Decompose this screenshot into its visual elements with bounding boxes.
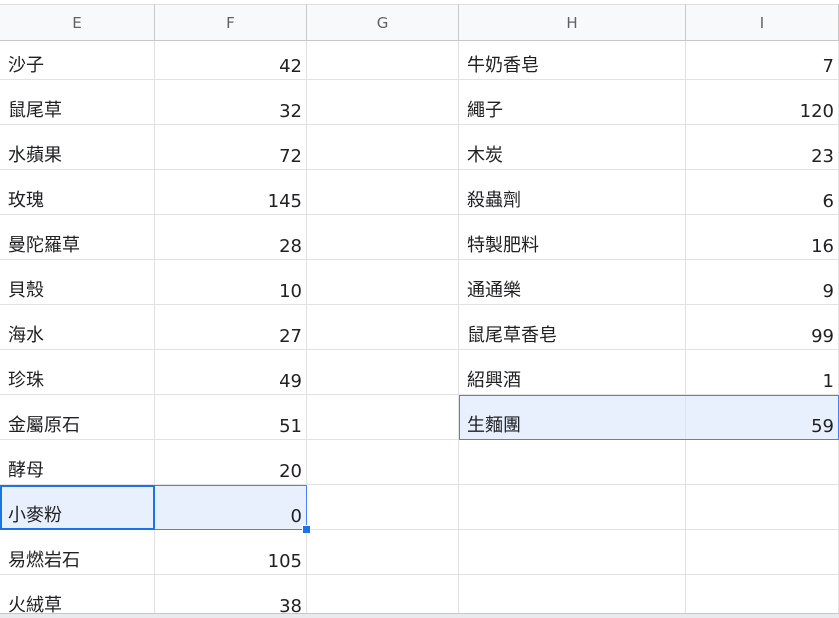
- table-row: 曼陀羅草 28 特製肥料 16: [0, 215, 839, 260]
- cell-f-4[interactable]: 145: [155, 170, 307, 215]
- cell-f-12[interactable]: 105: [155, 530, 307, 575]
- cell-i-7[interactable]: 99: [686, 305, 839, 350]
- cell-g-1[interactable]: [307, 41, 459, 80]
- cell-g-2[interactable]: [307, 80, 459, 125]
- cell-e-8[interactable]: 珍珠: [0, 350, 155, 395]
- cell-h-1[interactable]: 牛奶香皂: [459, 41, 686, 80]
- table-row: 水蘋果 72 木炭 23: [0, 125, 839, 170]
- column-header-e[interactable]: E: [0, 4, 155, 41]
- cell-f-11[interactable]: 0: [155, 485, 307, 530]
- cell-h-10[interactable]: [459, 440, 686, 485]
- cell-i-6[interactable]: 9: [686, 260, 839, 305]
- table-row: 珍珠 49 紹興酒 1: [0, 350, 839, 395]
- table-row: 鼠尾草 32 繩子 120: [0, 80, 839, 125]
- cell-f-3[interactable]: 72: [155, 125, 307, 170]
- cell-e-5[interactable]: 曼陀羅草: [0, 215, 155, 260]
- cell-g-12[interactable]: [307, 530, 459, 575]
- table-row: 金屬原石 51 生麵團 59: [0, 395, 839, 440]
- cell-i-11[interactable]: [686, 485, 839, 530]
- cell-e-1[interactable]: 沙子: [0, 41, 155, 80]
- cell-g-5[interactable]: [307, 215, 459, 260]
- cell-f-10[interactable]: 20: [155, 440, 307, 485]
- table-row: 火絨草 38: [0, 575, 839, 618]
- cell-h-9[interactable]: 生麵團: [459, 395, 686, 440]
- cell-i-4[interactable]: 6: [686, 170, 839, 215]
- cell-h-2[interactable]: 繩子: [459, 80, 686, 125]
- column-header-row: E F G H I: [0, 4, 839, 41]
- cell-h-11[interactable]: [459, 485, 686, 530]
- cell-i-3[interactable]: 23: [686, 125, 839, 170]
- cell-i-5[interactable]: 16: [686, 215, 839, 260]
- table-row: 酵母 20: [0, 440, 839, 485]
- cell-e-11[interactable]: 小麥粉: [0, 485, 155, 530]
- cell-i-2[interactable]: 120: [686, 80, 839, 125]
- cell-e-3[interactable]: 水蘋果: [0, 125, 155, 170]
- cell-f-5[interactable]: 28: [155, 215, 307, 260]
- column-header-g[interactable]: G: [307, 4, 459, 41]
- column-header-f[interactable]: F: [155, 4, 307, 41]
- cell-e-9[interactable]: 金屬原石: [0, 395, 155, 440]
- cell-f-1[interactable]: 42: [155, 41, 307, 80]
- cell-g-11[interactable]: [307, 485, 459, 530]
- cell-i-1[interactable]: 7: [686, 41, 839, 80]
- cell-e-12[interactable]: 易燃岩石: [0, 530, 155, 575]
- table-row: 海水 27 鼠尾草香皂 99: [0, 305, 839, 350]
- cell-h-13[interactable]: [459, 575, 686, 618]
- cell-h-12[interactable]: [459, 530, 686, 575]
- cell-f-7[interactable]: 27: [155, 305, 307, 350]
- cell-h-8[interactable]: 紹興酒: [459, 350, 686, 395]
- cell-f-9[interactable]: 51: [155, 395, 307, 440]
- cell-g-3[interactable]: [307, 125, 459, 170]
- cell-i-9[interactable]: 59: [686, 395, 839, 440]
- cell-f-13[interactable]: 38: [155, 575, 307, 618]
- cell-e-4[interactable]: 玫瑰: [0, 170, 155, 215]
- cell-g-13[interactable]: [307, 575, 459, 618]
- cell-h-7[interactable]: 鼠尾草香皂: [459, 305, 686, 350]
- cell-e-2[interactable]: 鼠尾草: [0, 80, 155, 125]
- cell-h-5[interactable]: 特製肥料: [459, 215, 686, 260]
- cell-e-13[interactable]: 火絨草: [0, 575, 155, 618]
- cell-e-6[interactable]: 貝殼: [0, 260, 155, 305]
- table-row: 沙子 42 牛奶香皂 7: [0, 41, 839, 80]
- column-header-h[interactable]: H: [459, 4, 686, 41]
- table-row: 玫瑰 145 殺蟲劑 6: [0, 170, 839, 215]
- cell-i-8[interactable]: 1: [686, 350, 839, 395]
- sheet-bottom-edge: [0, 613, 839, 618]
- table-row: 貝殼 10 通通樂 9: [0, 260, 839, 305]
- spreadsheet: E F G H I 沙子 42 牛奶香皂 7 鼠尾草 32 繩子 120 水蘋果 72 木炭 23 玫瑰…: [0, 0, 839, 618]
- cell-h-6[interactable]: 通通樂: [459, 260, 686, 305]
- cell-g-6[interactable]: [307, 260, 459, 305]
- cell-g-4[interactable]: [307, 170, 459, 215]
- cell-g-8[interactable]: [307, 350, 459, 395]
- cell-e-10[interactable]: 酵母: [0, 440, 155, 485]
- cell-f-2[interactable]: 32: [155, 80, 307, 125]
- cell-f-8[interactable]: 49: [155, 350, 307, 395]
- column-header-i[interactable]: I: [686, 4, 839, 41]
- cell-h-3[interactable]: 木炭: [459, 125, 686, 170]
- cell-h-4[interactable]: 殺蟲劑: [459, 170, 686, 215]
- table-row: 易燃岩石 105: [0, 530, 839, 575]
- cell-g-9[interactable]: [307, 395, 459, 440]
- cell-i-13[interactable]: [686, 575, 839, 618]
- cell-g-10[interactable]: [307, 440, 459, 485]
- fill-handle[interactable]: [302, 525, 311, 534]
- cell-g-7[interactable]: [307, 305, 459, 350]
- table-row: 小麥粉 0: [0, 485, 839, 530]
- cell-i-10[interactable]: [686, 440, 839, 485]
- cell-e-7[interactable]: 海水: [0, 305, 155, 350]
- cell-f-6[interactable]: 10: [155, 260, 307, 305]
- cell-i-12[interactable]: [686, 530, 839, 575]
